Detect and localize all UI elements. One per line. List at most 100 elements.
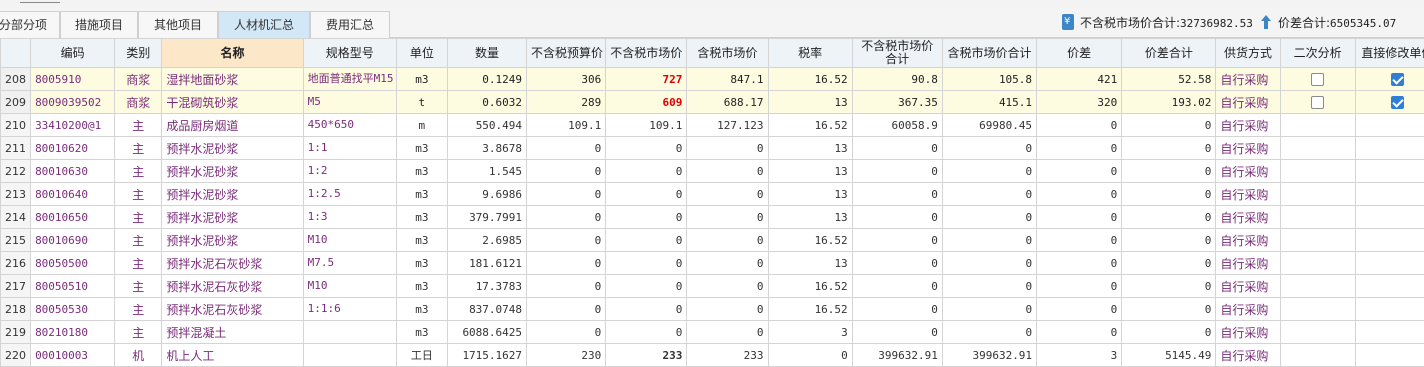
supply-cell[interactable]: 自行采购 [1216, 91, 1280, 114]
pretax-budget-cell[interactable]: 109.1 [527, 114, 606, 137]
col-header-secondary-analysis[interactable]: 二次分析 [1280, 39, 1355, 68]
table-row[interactable]: 2088005910商浆湿拌地面砂浆地面普通找平M15m30.124930672… [1, 68, 1424, 91]
tax-market-cell[interactable]: 0 [687, 183, 768, 206]
code-cell[interactable]: 80010640 [31, 183, 115, 206]
quantity-cell[interactable]: 550.494 [447, 114, 526, 137]
pretax-budget-cell[interactable]: 0 [527, 229, 606, 252]
code-cell[interactable]: 00010003 [31, 344, 115, 367]
pretax-market-cell[interactable]: 0 [606, 137, 687, 160]
category-cell[interactable]: 商浆 [115, 68, 162, 91]
spec-cell[interactable]: 1:1 [303, 137, 396, 160]
tab-qita[interactable]: 其他项目 [138, 11, 218, 38]
edit-price-cell[interactable] [1355, 91, 1424, 114]
pretax-market-cell[interactable]: 0 [606, 321, 687, 344]
name-cell[interactable]: 预拌水泥石灰砂浆 [162, 252, 303, 275]
unit-cell[interactable]: t [396, 91, 447, 114]
pretax-budget-cell[interactable]: 0 [527, 183, 606, 206]
unit-cell[interactable]: m [396, 114, 447, 137]
col-header-category[interactable]: 类别 [115, 39, 162, 68]
category-cell[interactable]: 主 [115, 183, 162, 206]
code-cell[interactable]: 80050500 [31, 252, 115, 275]
table-row[interactable]: 21780050510主预拌水泥石灰砂浆M10m317.378300016.52… [1, 275, 1424, 298]
unit-cell[interactable]: m3 [396, 298, 447, 321]
secondary-analysis-cell[interactable] [1280, 91, 1355, 114]
table-row[interactable]: 21980210180主预拌混凝土m36088.642500030000自行采购 [1, 321, 1424, 344]
tax-rate-cell[interactable]: 0 [768, 344, 852, 367]
col-header-quantity[interactable]: 数量 [447, 39, 526, 68]
tax-market-cell[interactable]: 0 [687, 229, 768, 252]
table-row[interactable]: 21580010690主预拌水泥砂浆M10m32.698500016.52000… [1, 229, 1424, 252]
col-header-edit-price[interactable]: 直接修改单价 [1355, 39, 1424, 68]
pretax-market-cell[interactable]: 0 [606, 206, 687, 229]
pretax-budget-cell[interactable]: 0 [527, 275, 606, 298]
pretax-market-cell[interactable]: 0 [606, 252, 687, 275]
category-cell[interactable]: 主 [115, 229, 162, 252]
secondary-analysis-checkbox[interactable] [1311, 96, 1324, 109]
tax-market-cell[interactable]: 847.1 [687, 68, 768, 91]
code-cell[interactable]: 80210180 [31, 321, 115, 344]
quantity-cell[interactable]: 181.6121 [447, 252, 526, 275]
tax-rate-cell[interactable]: 13 [768, 183, 852, 206]
pretax-budget-cell[interactable]: 306 [527, 68, 606, 91]
tax-market-cell[interactable]: 0 [687, 160, 768, 183]
tax-rate-cell[interactable]: 13 [768, 252, 852, 275]
tax-rate-cell[interactable]: 13 [768, 206, 852, 229]
table-row[interactable]: 21880050530主预拌水泥石灰砂浆1:1:6m3837.074800016… [1, 298, 1424, 321]
category-cell[interactable]: 主 [115, 160, 162, 183]
name-cell[interactable]: 成品厨房烟道 [162, 114, 303, 137]
unit-cell[interactable]: m3 [396, 275, 447, 298]
category-cell[interactable]: 商浆 [115, 91, 162, 114]
category-cell[interactable]: 主 [115, 275, 162, 298]
quantity-cell[interactable]: 9.6986 [447, 183, 526, 206]
secondary-analysis-checkbox[interactable] [1311, 73, 1324, 86]
quantity-cell[interactable]: 6088.6425 [447, 321, 526, 344]
tax-rate-cell[interactable]: 16.52 [768, 298, 852, 321]
name-cell[interactable]: 干混砌筑砂浆 [162, 91, 303, 114]
pretax-budget-cell[interactable]: 0 [527, 206, 606, 229]
pretax-budget-cell[interactable]: 289 [527, 91, 606, 114]
unit-cell[interactable]: m3 [396, 321, 447, 344]
supply-cell[interactable]: 自行采购 [1216, 137, 1280, 160]
supply-cell[interactable]: 自行采购 [1216, 68, 1280, 91]
col-header-tax-rate[interactable]: 税率 [768, 39, 852, 68]
tax-rate-cell[interactable]: 13 [768, 137, 852, 160]
pretax-market-cell[interactable]: 0 [606, 298, 687, 321]
supply-cell[interactable]: 自行采购 [1216, 160, 1280, 183]
pretax-market-cell[interactable]: 109.1 [606, 114, 687, 137]
tab-feiyong[interactable]: 费用汇总 [310, 11, 390, 38]
supply-cell[interactable]: 自行采购 [1216, 114, 1280, 137]
code-cell[interactable]: 80010650 [31, 206, 115, 229]
spec-cell[interactable]: M10 [303, 229, 396, 252]
unit-cell[interactable]: m3 [396, 229, 447, 252]
spec-cell[interactable]: 1:2.5 [303, 183, 396, 206]
tax-market-cell[interactable]: 0 [687, 137, 768, 160]
table-row[interactable]: 2098009039502商浆干混砌筑砂浆M5t0.6032289609688.… [1, 91, 1424, 114]
quantity-cell[interactable]: 0.6032 [447, 91, 526, 114]
name-cell[interactable]: 预拌水泥石灰砂浆 [162, 298, 303, 321]
spec-cell[interactable]: M10 [303, 275, 396, 298]
spec-cell[interactable]: 地面普通找平M15 [303, 68, 396, 91]
category-cell[interactable]: 主 [115, 298, 162, 321]
name-cell[interactable]: 预拌水泥石灰砂浆 [162, 275, 303, 298]
col-header-pretax-total[interactable]: 不含税市场价合计 [852, 39, 942, 68]
supply-cell[interactable]: 自行采购 [1216, 275, 1280, 298]
name-cell[interactable]: 预拌水泥砂浆 [162, 137, 303, 160]
code-cell[interactable]: 80050530 [31, 298, 115, 321]
table-row[interactable]: 21480010650主预拌水泥砂浆1:3m3379.7991000130000… [1, 206, 1424, 229]
tax-market-cell[interactable]: 0 [687, 275, 768, 298]
category-cell[interactable]: 主 [115, 321, 162, 344]
unit-cell[interactable]: m3 [396, 137, 447, 160]
edit-price-checkbox[interactable] [1391, 96, 1404, 109]
category-cell[interactable]: 机 [115, 344, 162, 367]
supply-cell[interactable]: 自行采购 [1216, 344, 1280, 367]
table-row[interactable]: 21033410200@1主成品厨房烟道450*650m550.494109.1… [1, 114, 1424, 137]
tax-rate-cell[interactable]: 13 [768, 160, 852, 183]
tax-rate-cell[interactable]: 16.52 [768, 68, 852, 91]
pretax-market-cell[interactable]: 0 [606, 229, 687, 252]
pretax-market-cell[interactable]: 0 [606, 275, 687, 298]
edit-price-cell[interactable] [1355, 68, 1424, 91]
pretax-budget-cell[interactable]: 0 [527, 137, 606, 160]
table-row[interactable]: 21680050500主预拌水泥石灰砂浆M7.5m3181.6121000130… [1, 252, 1424, 275]
pretax-market-cell[interactable]: 609 [606, 91, 687, 114]
col-header-code[interactable]: 编码 [31, 39, 115, 68]
